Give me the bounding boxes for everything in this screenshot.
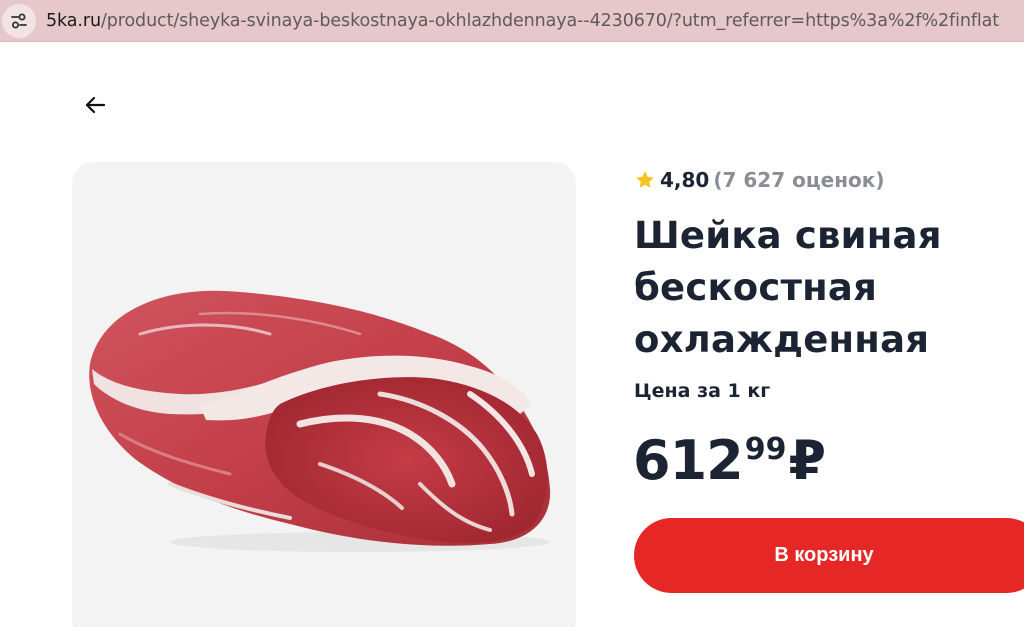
product-title-line-3: охлажденная: [634, 318, 930, 361]
product-rating[interactable]: 4,80 (7 627 оценок): [634, 167, 885, 193]
product-title: Шейка свиная бескостная охлажденная: [634, 210, 1014, 366]
product-price: 612 99 ₽: [633, 428, 826, 498]
arrow-left-icon: [85, 96, 106, 114]
back-button[interactable]: [80, 90, 110, 120]
address-bar: 5ka.ru/product/sheyka-svinaya-beskostnay…: [0, 0, 1024, 42]
product-image: [89, 290, 551, 552]
rating-count: (7 627 оценок): [713, 168, 885, 192]
price-label: Цена за 1 кг: [634, 380, 771, 402]
url-field[interactable]: 5ka.ru/product/sheyka-svinaya-beskostnay…: [46, 10, 999, 32]
site-info-button[interactable]: [2, 4, 36, 38]
product-image-card: [72, 162, 576, 627]
add-to-cart-button[interactable]: В корзину: [634, 518, 1024, 593]
rating-value: 4,80: [660, 168, 710, 192]
price-rubles: 612: [633, 429, 744, 492]
tune-icon: [11, 13, 27, 29]
url-path: /product/sheyka-svinaya-beskostnaya-okhl…: [100, 11, 1000, 31]
product-title-line-1: Шейка свиная: [634, 214, 942, 257]
url-host: 5ka.ru: [46, 11, 101, 31]
price-kopecks: 99: [744, 432, 787, 467]
product-title-line-2: бескостная: [634, 266, 878, 309]
star-icon: [636, 171, 654, 188]
price-currency: ₽: [788, 429, 827, 492]
